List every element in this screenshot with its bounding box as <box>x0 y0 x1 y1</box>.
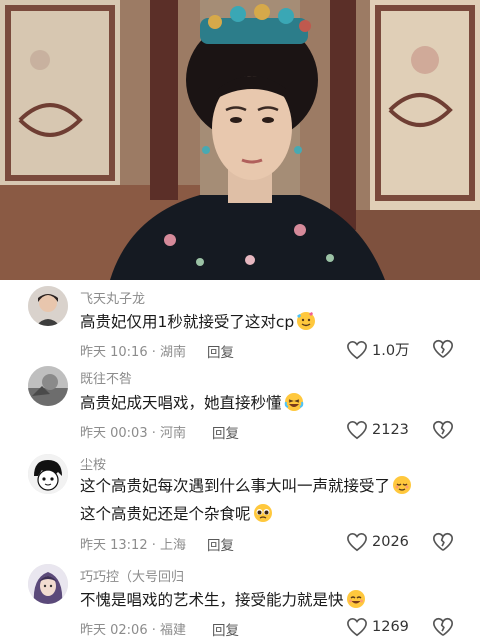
comment-username[interactable]: 巧巧控（大号回归 <box>80 566 184 585</box>
reply-button[interactable]: 回复 <box>207 341 234 361</box>
comment-meta: 昨天 02:06 · 福建 <box>80 623 187 638</box>
comment-text: 这个高贵妃每次遇到什么事大叫一声就接受了 这个高贵妃还是个杂食呢 <box>80 472 412 528</box>
comment-item: 巧巧控（大号回归 不愧是唱戏的艺术生，接受能力就是快 昨天 02:06 · 福建… <box>0 562 480 640</box>
comment-time: 昨天 13:12 <box>80 538 148 553</box>
heart-icon <box>347 617 367 637</box>
like-button[interactable]: 2123 <box>346 420 409 440</box>
comment-username[interactable]: 既往不咎 <box>80 368 132 387</box>
comment-time: 昨天 10:16 <box>80 345 148 360</box>
like-button[interactable]: 1269 <box>346 617 409 637</box>
face-with-hearts-emoji <box>297 312 316 330</box>
comment-text-line: 高贵妃成天唱戏，她直接秒懂 <box>80 394 282 412</box>
like-count: 1.0万 <box>372 343 410 359</box>
comment-text: 高贵妃仅用1秒就接受了这对cp <box>80 308 316 336</box>
avatar[interactable] <box>28 366 68 406</box>
dislike-button[interactable] <box>432 338 454 360</box>
comment-text-line: 高贵妃仅用1秒就接受了这对cp <box>80 313 295 331</box>
dislike-button[interactable] <box>432 531 454 553</box>
comment-time: 昨天 02:06 <box>80 623 148 638</box>
dislike-button[interactable] <box>432 419 454 441</box>
broken-heart-icon <box>433 339 453 358</box>
heart-icon <box>347 340 367 359</box>
avatar[interactable] <box>28 454 68 494</box>
smiling-face-emoji <box>346 590 365 608</box>
reply-button[interactable]: 回复 <box>212 422 239 442</box>
like-button[interactable]: 2026 <box>346 532 409 552</box>
comment-text-line: 这个高贵妃每次遇到什么事大叫一声就接受了 <box>80 477 391 495</box>
reply-button[interactable]: 回复 <box>207 534 234 554</box>
reply-button[interactable]: 回复 <box>212 619 239 639</box>
comment-location: 上海 <box>160 538 187 553</box>
crying-laughing-emoji <box>284 393 303 411</box>
comment-location: 湖南 <box>160 345 187 360</box>
comment-username[interactable]: 尘桉 <box>80 454 106 473</box>
heart-icon <box>347 532 367 552</box>
video-still-image <box>0 0 480 280</box>
broken-heart-icon <box>433 617 453 636</box>
comment-item: 尘桉 这个高贵妃每次遇到什么事大叫一声就接受了 这个高贵妃还是个杂食呢 昨天 1… <box>0 448 480 558</box>
comment-list: 飞天丸子龙 高贵妃仅用1秒就接受了这对cp 昨天 10:16 · 湖南 回复 1… <box>0 280 480 640</box>
comment-text: 高贵妃成天唱戏，她直接秒懂 <box>80 389 304 417</box>
comment-location: 福建 <box>160 623 187 638</box>
avatar[interactable] <box>28 286 68 326</box>
comment-text: 不愧是唱戏的艺术生，接受能力就是快 <box>80 586 366 614</box>
comment-item: 既往不咎 高贵妃成天唱戏，她直接秒懂 昨天 00:03 · 河南 回复 2123 <box>0 364 480 448</box>
comment-meta: 昨天 00:03 · 河南 <box>80 426 187 441</box>
like-count: 2123 <box>372 422 409 438</box>
dislike-button[interactable] <box>432 616 454 638</box>
relieved-face-emoji <box>393 476 412 494</box>
comment-text-line: 这个高贵妃还是个杂食呢 <box>80 505 251 523</box>
like-button[interactable]: 1.0万 <box>346 339 410 360</box>
comment-item: 飞天丸子龙 高贵妃仅用1秒就接受了这对cp 昨天 10:16 · 湖南 回复 1… <box>0 280 480 364</box>
broken-heart-icon <box>433 420 453 439</box>
avatar[interactable] <box>28 564 68 604</box>
like-count: 1269 <box>372 619 409 635</box>
broken-heart-icon <box>433 532 453 551</box>
comment-text-line: 不愧是唱戏的艺术生，接受能力就是快 <box>80 591 344 609</box>
like-count: 2026 <box>372 534 409 550</box>
comment-username[interactable]: 飞天丸子龙 <box>80 288 145 307</box>
pleading-face-emoji <box>253 504 272 522</box>
comment-meta: 昨天 13:12 · 上海 <box>80 538 187 553</box>
comment-meta: 昨天 10:16 · 湖南 <box>80 345 187 360</box>
comment-time: 昨天 00:03 <box>80 426 148 441</box>
heart-icon <box>347 420 367 440</box>
comment-location: 河南 <box>160 426 187 441</box>
